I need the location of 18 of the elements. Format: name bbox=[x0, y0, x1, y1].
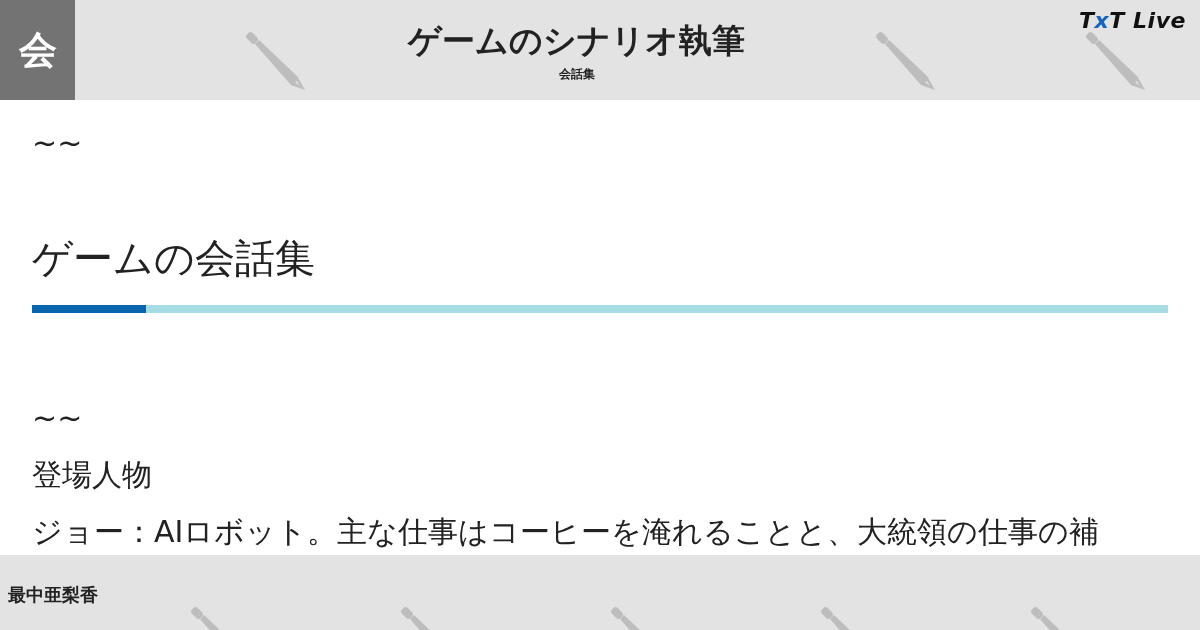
pencil-icon bbox=[1085, 30, 1147, 92]
avatar: 会 bbox=[0, 0, 75, 100]
pencil-icon bbox=[400, 605, 430, 630]
pencil-icon bbox=[610, 605, 640, 630]
site-logo: TxT Live bbox=[1078, 7, 1186, 35]
page-subtitle: 会話集 bbox=[558, 66, 595, 84]
pencil-icon bbox=[190, 605, 220, 630]
pencil-icon bbox=[245, 30, 307, 92]
author-name: 最中亜梨香 bbox=[7, 583, 99, 607]
pencil-icon bbox=[820, 605, 850, 630]
section-heading: ゲームの会話集 bbox=[32, 234, 316, 283]
pencil-icon bbox=[875, 30, 937, 92]
body-text: 登場人物 bbox=[32, 456, 153, 494]
body-text: ~~ bbox=[32, 124, 84, 162]
page-title: ゲームのシナリオ執筆 bbox=[408, 20, 746, 62]
body-text: ジョー：AIロボット。主な仕事はコーヒーを淹れることと、大統領の仕事の補 bbox=[32, 513, 1101, 551]
pencil-icon bbox=[1030, 605, 1060, 630]
body-text: ~~ bbox=[32, 399, 84, 437]
